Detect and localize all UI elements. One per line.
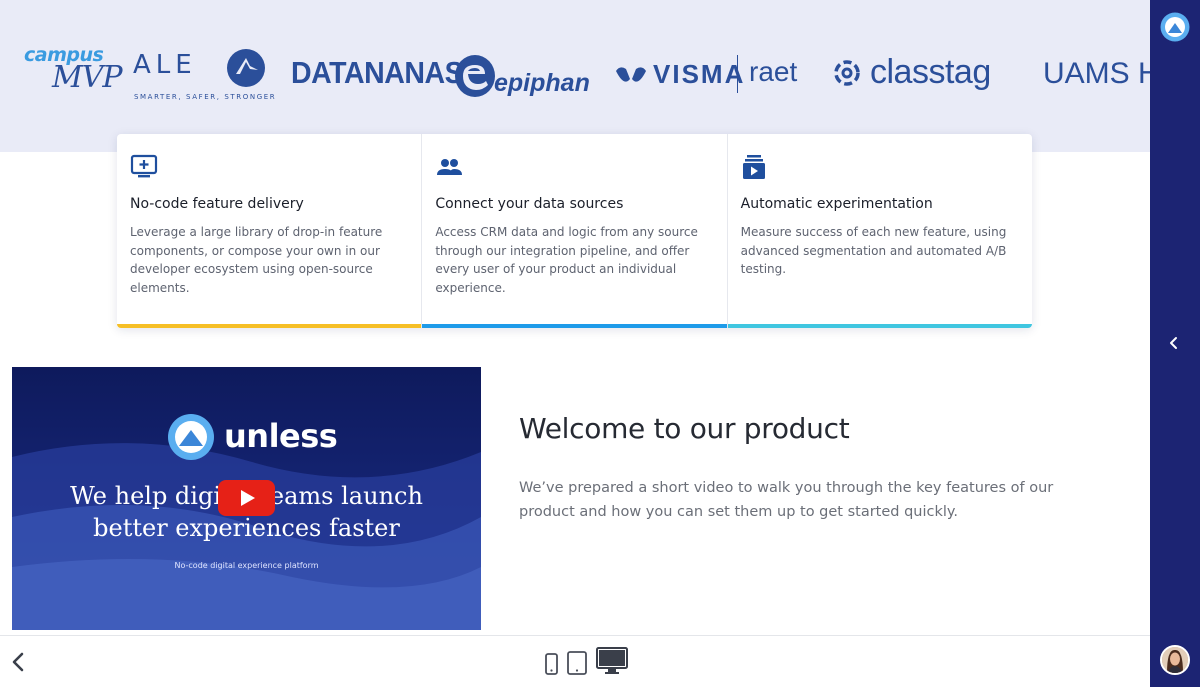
logo-epiphan: epiphan [454, 52, 594, 100]
feature-accent-bar [117, 324, 422, 328]
feature-title: Automatic experimentation [740, 196, 933, 212]
logo-ale-tagline: SMARTER, SAFER, STRONGER [134, 93, 277, 101]
preview-toolbar [0, 635, 1150, 687]
feature-title: Connect your data sources [435, 196, 624, 212]
play-button[interactable] [218, 480, 275, 516]
feature-accent-bar [422, 324, 727, 328]
expand-panel-chevron-icon[interactable] [1167, 335, 1181, 356]
device-switcher [545, 647, 628, 675]
customer-logo-strip: campus MVP ALE SMARTER, SAFER, STRONGER … [0, 0, 1150, 152]
unless-mark-icon [168, 414, 214, 460]
feature-title: No-code feature delivery [130, 196, 304, 212]
intro-video-player[interactable]: unless We help digital teams launch bett… [12, 367, 481, 630]
phone-icon[interactable] [545, 653, 558, 675]
feature-cards: No-code feature delivery Leverage a larg… [117, 134, 1032, 328]
classtag-gear-icon [834, 60, 860, 86]
desktop-icon[interactable] [596, 647, 628, 675]
right-sidebar [1150, 0, 1200, 687]
logo-raet-name: raet [749, 56, 798, 87]
unless-logo: unless [167, 413, 338, 465]
page: campus MVP ALE SMARTER, SAFER, STRONGER … [0, 0, 1200, 687]
video-library-icon [741, 154, 1019, 182]
welcome-description: We’ve prepared a short video to walk you… [519, 480, 1054, 520]
welcome-title: Welcome to our product [519, 412, 850, 445]
ale-arrow-icon [227, 49, 265, 87]
feature-description: Measure success of each new feature, usi… [740, 225, 1007, 276]
feature-card-no-code: No-code feature delivery Leverage a larg… [117, 134, 423, 328]
tablet-icon[interactable] [567, 651, 587, 675]
video-headline-line2: better experiences faster [93, 514, 400, 542]
logo-epiphan-name: epiphan [494, 69, 590, 97]
logo-uams: UAMS H [1043, 57, 1150, 90]
feature-card-experimentation: Automatic experimentation Measure succes… [727, 134, 1032, 328]
visma-swoosh-icon [616, 67, 646, 82]
feature-accent-bar [727, 324, 1032, 328]
unless-brand-icon[interactable] [1160, 12, 1190, 47]
logo-ale-name: ALE [133, 50, 197, 80]
logo-visma-raet: VISMA raet [614, 55, 814, 95]
feature-description: Access CRM data and logic from any sourc… [435, 225, 698, 295]
feature-description: Leverage a large library of drop-in feat… [130, 225, 383, 295]
logo-campus-mvp: campus MVP [24, 44, 123, 100]
logo-classtag: classtag [830, 53, 1030, 94]
user-avatar[interactable] [1160, 645, 1190, 675]
users-icon [435, 154, 713, 182]
logo-ale: ALE SMARTER, SAFER, STRONGER [133, 48, 277, 103]
logo-classtag-name: classtag [870, 53, 991, 91]
video-brand-name: unless [224, 417, 338, 455]
logo-campus-mvp-line2: MVP [52, 60, 123, 95]
back-chevron-icon[interactable] [10, 651, 26, 678]
monitor-plus-icon [130, 154, 408, 182]
logo-visma-name: VISMA [653, 59, 746, 89]
video-subtitle: No-code digital experience platform [174, 561, 319, 570]
epiphan-e-icon [455, 55, 495, 97]
feature-card-data-sources: Connect your data sources Access CRM dat… [422, 134, 728, 328]
logo-datananas: DATANANAS [291, 55, 464, 90]
logo-divider [737, 55, 738, 93]
